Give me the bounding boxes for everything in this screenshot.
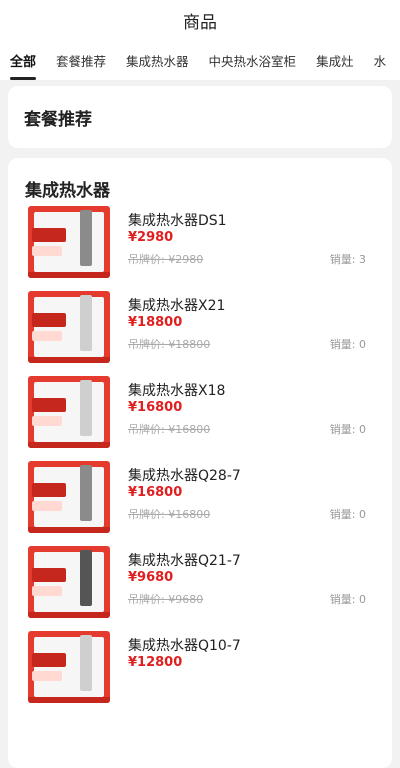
product-thumbnail — [28, 206, 110, 278]
product-item[interactable]: 集成热水器Q21-7 ¥9680 吊牌价: ¥9680 销量: 0 — [8, 546, 392, 631]
product-sales: 销量: 0 — [329, 508, 366, 521]
product-item[interactable]: 集成热水器DS1 ¥2980 吊牌价: ¥2980 销量: 3 — [8, 206, 392, 291]
tab-integrated-water-heater[interactable]: 集成热水器 — [116, 51, 199, 70]
product-thumbnail — [28, 546, 110, 618]
product-price: ¥18800 — [128, 315, 183, 330]
product-sales: 销量: 0 — [329, 338, 366, 351]
page-title: 商品 — [183, 12, 217, 33]
product-item[interactable]: 集成热水器X18 ¥16800 吊牌价: ¥16800 销量: 0 — [8, 376, 392, 461]
product-price: ¥12800 — [128, 655, 183, 670]
product-price: ¥16800 — [128, 485, 183, 500]
tab-all[interactable]: 全部 — [0, 51, 46, 70]
product-name: 集成热水器Q21-7 — [128, 553, 241, 569]
product-thumbnail — [28, 631, 110, 703]
product-name: 集成热水器Q28-7 — [128, 468, 241, 484]
tab-more[interactable]: 水 — [364, 51, 397, 70]
top-bar: 商品 — [0, 0, 400, 40]
product-sales: 销量: 0 — [329, 593, 366, 606]
product-thumbnail — [28, 291, 110, 363]
product-thumbnail — [28, 376, 110, 448]
product-original-price: 吊牌价: ¥2980 — [128, 253, 204, 266]
product-name: 集成热水器DS1 — [128, 213, 227, 229]
product-sales: 销量: 0 — [329, 423, 366, 436]
section-title: 集成热水器 — [25, 181, 110, 201]
product-name: 集成热水器X18 — [128, 383, 226, 399]
product-price: ¥16800 — [128, 400, 183, 415]
product-item[interactable]: 集成热水器Q28-7 ¥16800 吊牌价: ¥16800 销量: 0 — [8, 461, 392, 546]
tab-central-bath-cabinet[interactable]: 中央热水浴室柜 — [199, 51, 307, 70]
package-section[interactable]: 套餐推荐 — [8, 86, 392, 148]
product-original-price: 吊牌价: ¥18800 — [128, 338, 211, 351]
product-item[interactable]: 集成热水器X21 ¥18800 吊牌价: ¥18800 销量: 0 — [8, 291, 392, 376]
tab-integrated-stove[interactable]: 集成灶 — [306, 51, 364, 70]
product-price: ¥2980 — [128, 230, 174, 245]
product-name: 集成热水器Q10-7 — [128, 638, 241, 654]
product-original-price: 吊牌价: ¥16800 — [128, 423, 211, 436]
package-title: 套餐推荐 — [24, 109, 92, 130]
product-original-price: 吊牌价: ¥16800 — [128, 508, 211, 521]
category-tabs: 全部 套餐推荐 集成热水器 中央热水浴室柜 集成灶 水 — [0, 40, 400, 80]
product-thumbnail — [28, 461, 110, 533]
product-item[interactable]: 集成热水器Q10-7 ¥12800 — [8, 631, 392, 716]
product-original-price: 吊牌价: ¥9680 — [128, 593, 204, 606]
product-sales: 销量: 3 — [329, 253, 366, 266]
product-section: 集成热水器 集成热水器DS1 ¥2980 吊牌价: ¥2980 销量: 3 集成… — [8, 158, 392, 768]
product-price: ¥9680 — [128, 570, 174, 585]
tab-package[interactable]: 套餐推荐 — [46, 51, 116, 70]
product-name: 集成热水器X21 — [128, 298, 226, 314]
